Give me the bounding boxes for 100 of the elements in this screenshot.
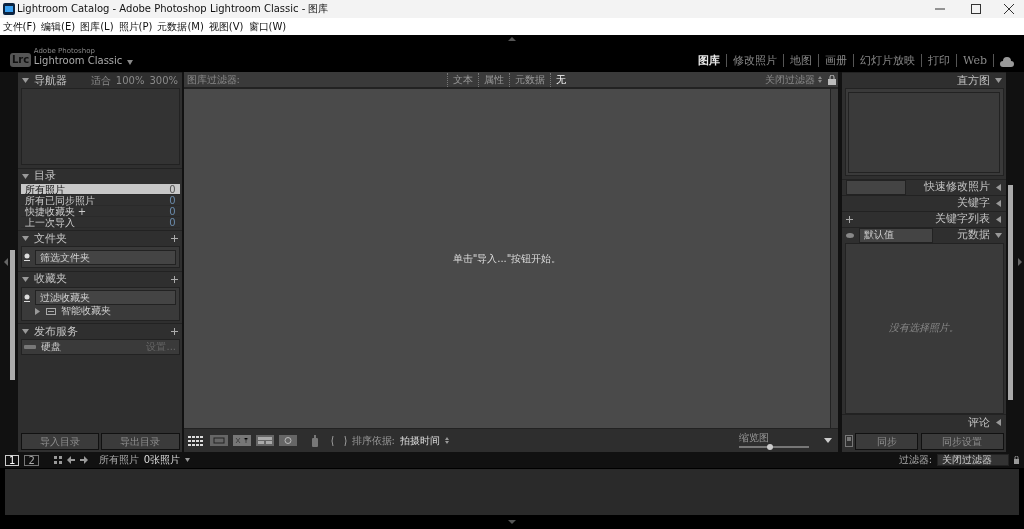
collapse-arrow-icon[interactable] [1018, 258, 1022, 266]
expanded-triangle-icon[interactable] [22, 235, 29, 242]
product-name: Lightroom Classic [33, 55, 123, 67]
grid-icon[interactable] [53, 456, 62, 464]
panel-title: 元数据 [957, 228, 990, 242]
item-count: 0 [169, 194, 176, 205]
maximize-icon[interactable] [971, 4, 981, 14]
screen-button[interactable]: 2 [24, 454, 39, 466]
panel-button[interactable]: 同步设置 [920, 432, 1004, 450]
caret-icon[interactable] [823, 438, 832, 443]
expanded-triangle-icon[interactable] [22, 77, 29, 84]
collapsed-triangle-icon[interactable] [995, 183, 1002, 191]
expanded-triangle-icon[interactable] [22, 275, 29, 283]
zoom-option[interactable]: 100% [115, 74, 145, 87]
menu-item[interactable]: 文件(F) [2, 20, 37, 33]
menu-item[interactable]: 视图(V) [208, 20, 244, 33]
plus-icon[interactable] [171, 235, 178, 242]
filter-bar-title: 图库过滤器: [186, 73, 241, 86]
item-count: 0 [169, 205, 176, 216]
zoom-option[interactable]: 300% [149, 74, 178, 87]
filter-tab[interactable]: 属性 [477, 72, 509, 87]
forward-arrow-icon[interactable] [79, 456, 88, 464]
collapsed-triangle-icon[interactable] [995, 215, 1002, 223]
item-count: 0 [169, 183, 176, 194]
filter-field[interactable]: 筛选文件夹 [34, 249, 176, 265]
panel-title: 关键字 [957, 196, 990, 210]
collapse-arrow-icon[interactable] [4, 258, 8, 266]
caret-icon[interactable] [127, 60, 134, 65]
cloud-icon [1000, 57, 1014, 67]
item-label: 所有已同步照片 [24, 194, 96, 205]
grid-view-icon[interactable] [186, 434, 205, 447]
menu-item[interactable]: 元数据(M) [157, 20, 204, 33]
module-tab[interactable]: 画册 [819, 54, 855, 67]
empty-message: 单击"导入..."按钮开始。 [452, 252, 562, 265]
catalog-item[interactable]: 所有已同步照片 0 [20, 194, 180, 206]
module-tab[interactable]: 打印 [922, 54, 958, 67]
lock-icon[interactable] [1014, 456, 1019, 464]
plus-icon[interactable] [171, 328, 178, 335]
panel-button[interactable]: 同步 [855, 432, 918, 450]
menu-item[interactable]: 图库(L) [80, 20, 114, 33]
close-icon[interactable] [1003, 4, 1014, 14]
stepper-icon[interactable] [817, 76, 822, 83]
module-tab[interactable]: 修改照片 [727, 54, 785, 67]
filter-dropdown[interactable]: 关闭过滤器 [937, 454, 1009, 466]
zoom-option[interactable]: 适合 [90, 74, 111, 87]
spray-can-icon[interactable] [311, 434, 318, 447]
catalog-item[interactable]: 所有照片 0 [20, 183, 180, 195]
catalog-item[interactable]: 快捷收藏夹 + 0 [20, 205, 180, 217]
filter-tab[interactable]: 元数据 [508, 72, 550, 87]
menu-item[interactable]: 窗口(W) [248, 20, 287, 33]
expanded-triangle-icon[interactable] [22, 172, 29, 180]
survey-view-icon[interactable] [255, 435, 274, 446]
module-tab[interactable]: 图库 [692, 54, 728, 67]
app-logo-icon [2, 3, 15, 15]
compare-view-icon[interactable] [232, 435, 251, 446]
caret-icon[interactable] [185, 458, 191, 462]
menu-item[interactable]: 编辑(E) [41, 20, 76, 33]
preset-dropdown[interactable]: 默认值 [859, 227, 933, 243]
expanded-triangle-icon[interactable] [22, 328, 29, 335]
module-tab[interactable]: 地图 [784, 54, 820, 67]
sort-direction-icon[interactable] [330, 434, 347, 447]
module-tab[interactable]: Web [957, 54, 994, 67]
eye-icon[interactable] [846, 232, 854, 238]
scrollbar[interactable] [1008, 185, 1013, 400]
panel-title: 发布服务 [34, 324, 78, 339]
hard-drive-icon [24, 345, 36, 349]
lock-icon[interactable] [827, 74, 836, 85]
panel-button[interactable]: 导出目录 [101, 432, 180, 450]
panel-button[interactable]: 导入目录 [20, 432, 99, 450]
collapsed-triangle-icon[interactable] [995, 419, 1002, 426]
sort-dropdown[interactable]: 拍摄时间 [399, 434, 440, 447]
menu-item[interactable]: 照片(P) [118, 20, 153, 33]
scrollbar[interactable] [830, 89, 838, 428]
panel-title: 目录 [34, 169, 56, 183]
photo-count[interactable]: 0张照片 [143, 454, 181, 466]
collapse-arrow-icon[interactable] [508, 37, 516, 41]
panel-title: 收藏夹 [34, 272, 67, 286]
slider-thumb[interactable] [767, 444, 773, 450]
catalog-item[interactable]: 上一次导入 0 [20, 216, 180, 228]
panel-title: 快速修改照片 [924, 180, 990, 194]
collapsed-triangle-icon[interactable] [995, 199, 1002, 207]
item-label: 上一次导入 [24, 216, 76, 227]
filter-field[interactable]: 过滤收藏夹 [34, 290, 176, 305]
stepper-icon[interactable] [444, 437, 449, 444]
panel-title: 直方图 [957, 73, 990, 88]
filter-tab[interactable]: 文本 [446, 72, 478, 87]
plus-icon[interactable] [846, 215, 853, 223]
filter-tab[interactable]: 无 [549, 72, 571, 87]
scrollbar[interactable] [10, 250, 15, 380]
collapsed-triangle-icon[interactable] [34, 307, 41, 315]
collapse-arrow-icon[interactable] [508, 520, 516, 524]
panel-title: 导航器 [34, 73, 67, 88]
expanded-triangle-icon[interactable] [995, 77, 1002, 84]
back-arrow-icon[interactable] [66, 456, 75, 464]
expanded-triangle-icon[interactable] [995, 231, 1002, 239]
plus-icon[interactable] [171, 275, 178, 283]
window-title: Lightroom Catalog - Adobe Photoshop Lightroom Classic - 图库 [17, 3, 330, 15]
module-tab[interactable]: 幻灯片放映 [854, 54, 923, 67]
collection-item[interactable]: 智能收藏夹 [24, 305, 176, 317]
screen-button[interactable]: 1 [5, 454, 20, 466]
